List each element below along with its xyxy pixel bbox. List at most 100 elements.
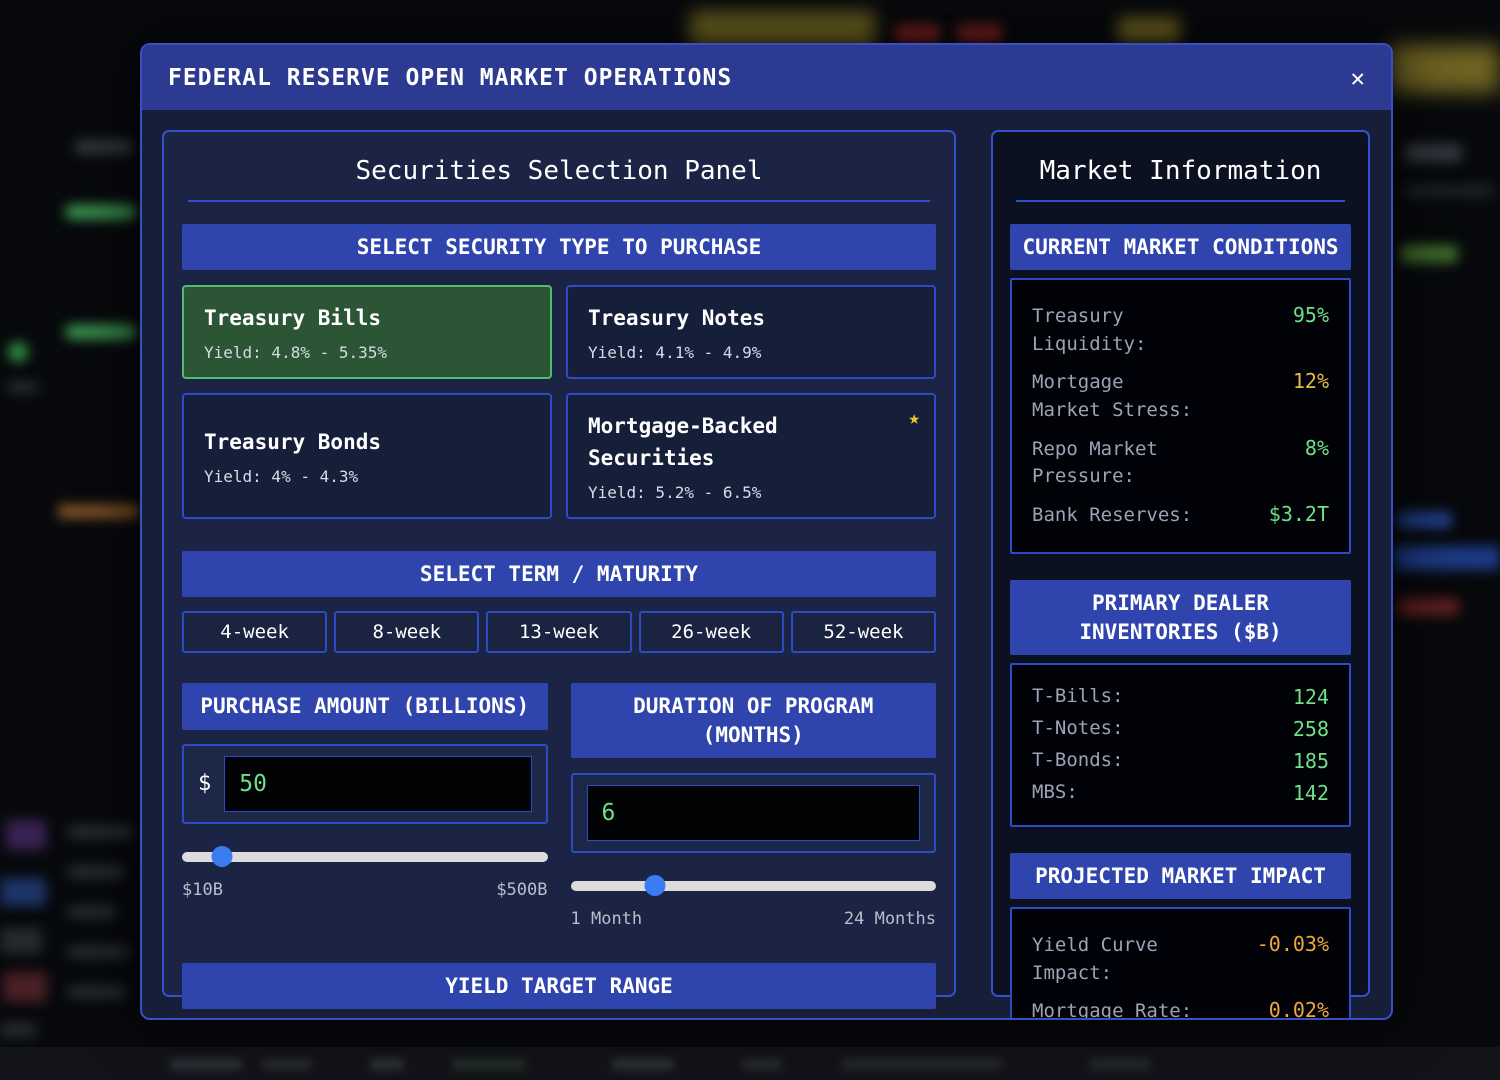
bg-text-blob [1404,186,1494,196]
condition-label: Repo Market Pressure: [1032,436,1200,491]
bg-text-blob [68,986,126,998]
bg-badge [895,25,940,43]
purchase-amount-slider[interactable] [182,846,548,867]
condition-row: Bank Reserves: $3.2T [1032,502,1329,530]
duration-range-labels: 1 Month 24 Months [571,909,937,929]
inventory-row: T-Notes: 258 [1032,717,1329,741]
security-name: Treasury Bonds [204,426,530,459]
duration-box [571,773,937,853]
slider-track [182,852,548,862]
security-name: Mortgage-Backed Securities [588,410,914,475]
inventory-value: 185 [1293,749,1329,773]
securities-selection-panel: Securities Selection Panel SELECT SECURI… [162,130,956,997]
market-impact-box: Yield Curve Impact: -0.03% Mortgage Rate… [1010,907,1351,1020]
term-button-26-week[interactable]: 26-week [639,611,784,653]
duration-input[interactable] [587,785,921,841]
bg-progress-bar [58,505,140,518]
market-information-panel: Market Information CURRENT MARKET CONDIT… [991,130,1370,997]
term-button-52-week[interactable]: 52-week [791,611,936,653]
close-icon[interactable]: ✕ [1351,66,1365,90]
condition-label: Treasury Liquidity: [1032,303,1200,358]
security-yield: Yield: 4.1% - 4.9% [588,343,914,362]
security-yield: Yield: 4% - 4.3% [204,467,530,486]
bg-status-dot [8,342,28,362]
inventory-label: T-Bonds: [1032,749,1124,773]
dealer-inventories-header: PRIMARY DEALER INVENTORIES ($B) [1010,580,1351,655]
bg-logo-blob [1388,45,1500,93]
range-max-label: 24 Months [844,909,936,929]
bg-progress-bar [1400,245,1458,263]
condition-value: 8% [1305,436,1329,460]
impact-label: Yield Curve Impact: [1032,932,1200,987]
security-card-treasury-bills[interactable]: Treasury Bills Yield: 4.8% - 5.35% [182,285,552,379]
bg-progress-bar [66,325,136,339]
condition-value: $3.2T [1269,502,1329,526]
bg-tile [3,972,47,1002]
impact-row: Mortgage Rate: 0.02% [1032,998,1329,1020]
amount-duration-section: PURCHASE AMOUNT (BILLIONS) $ $10B $500B [182,683,936,929]
securities-panel-title: Securities Selection Panel [182,156,936,186]
inventory-value: 258 [1293,717,1329,741]
bg-tile [6,820,46,850]
fed-open-market-operations-modal: FEDERAL RESERVE OPEN MARKET OPERATIONS ✕… [140,43,1393,1020]
condition-row: Mortgage Market Stress: 12% [1032,369,1329,424]
dealer-inventories-box: T-Bills: 124 T-Notes: 258 T-Bonds: 185 M… [1010,663,1351,827]
inventory-row: T-Bills: 124 [1032,685,1329,709]
bg-text-blob [8,382,38,392]
bg-logo-blob [1118,18,1180,44]
duration-column: DURATION OF PROGRAM (MONTHS) 1 Month 24 … [571,683,937,929]
bg-progress-bar [66,205,136,219]
condition-label: Bank Reserves: [1032,502,1200,530]
term-header: SELECT TERM / MATURITY [182,551,936,597]
inventory-label: MBS: [1032,781,1078,805]
inventory-row: MBS: 142 [1032,781,1329,805]
bg-button-blob [1394,546,1500,570]
range-max-label: $500B [496,880,547,900]
security-name: Treasury Bills [204,302,530,335]
term-button-13-week[interactable]: 13-week [486,611,631,653]
market-conditions-box: Treasury Liquidity: 95% Mortgage Market … [1010,278,1351,554]
market-impact-header: PROJECTED MARKET IMPACT [1010,853,1351,899]
inventory-value: 142 [1293,781,1329,805]
term-button-8-week[interactable]: 8-week [334,611,479,653]
condition-value: 95% [1293,303,1329,327]
impact-value: -0.03% [1257,932,1329,956]
bg-tile [0,1022,36,1038]
range-min-label: 1 Month [571,909,643,929]
inventory-row: T-Bonds: 185 [1032,749,1329,773]
inventory-label: T-Notes: [1032,717,1124,741]
security-cards-grid: Treasury Bills Yield: 4.8% - 5.35% Treas… [182,285,936,519]
impact-label: Mortgage Rate: [1032,998,1200,1020]
slider-thumb[interactable] [644,875,665,896]
modal-body: Securities Selection Panel SELECT SECURI… [142,110,1391,1017]
purchase-amount-box: $ [182,744,548,824]
security-card-treasury-bonds[interactable]: Treasury Bonds Yield: 4% - 4.3% [182,393,552,519]
condition-value: 12% [1293,369,1329,393]
bg-text-blob [68,826,134,838]
bg-text-blob [68,866,124,878]
term-button-4-week[interactable]: 4-week [182,611,327,653]
security-card-treasury-notes[interactable]: Treasury Notes Yield: 4.1% - 4.9% [566,285,936,379]
security-yield: Yield: 4.8% - 5.35% [204,343,530,362]
divider [1016,200,1345,202]
slider-thumb[interactable] [212,846,233,867]
condition-row: Repo Market Pressure: 8% [1032,436,1329,491]
modal-title: FEDERAL RESERVE OPEN MARKET OPERATIONS [168,65,732,91]
security-card-mortgage-backed[interactable]: ★ Mortgage-Backed Securities Yield: 5.2%… [566,393,936,519]
security-type-header: SELECT SECURITY TYPE TO PURCHASE [182,224,936,270]
star-icon: ★ [909,407,920,429]
purchase-amount-column: PURCHASE AMOUNT (BILLIONS) $ $10B $500B [182,683,548,929]
duration-slider[interactable] [571,875,937,896]
bg-tile [0,928,42,954]
security-yield: Yield: 5.2% - 6.5% [588,483,914,502]
slider-track [571,881,937,891]
purchase-amount-input[interactable] [224,756,531,812]
condition-row: Treasury Liquidity: 95% [1032,303,1329,358]
term-buttons-row: 4-week 8-week 13-week 26-week 52-week [182,611,936,653]
currency-symbol: $ [198,771,211,796]
market-panel-title: Market Information [1010,156,1351,186]
security-name: Treasury Notes [588,302,914,335]
inventory-value: 124 [1293,685,1329,709]
bg-badge [957,25,1002,43]
purchase-amount-header: PURCHASE AMOUNT (BILLIONS) [182,683,548,729]
